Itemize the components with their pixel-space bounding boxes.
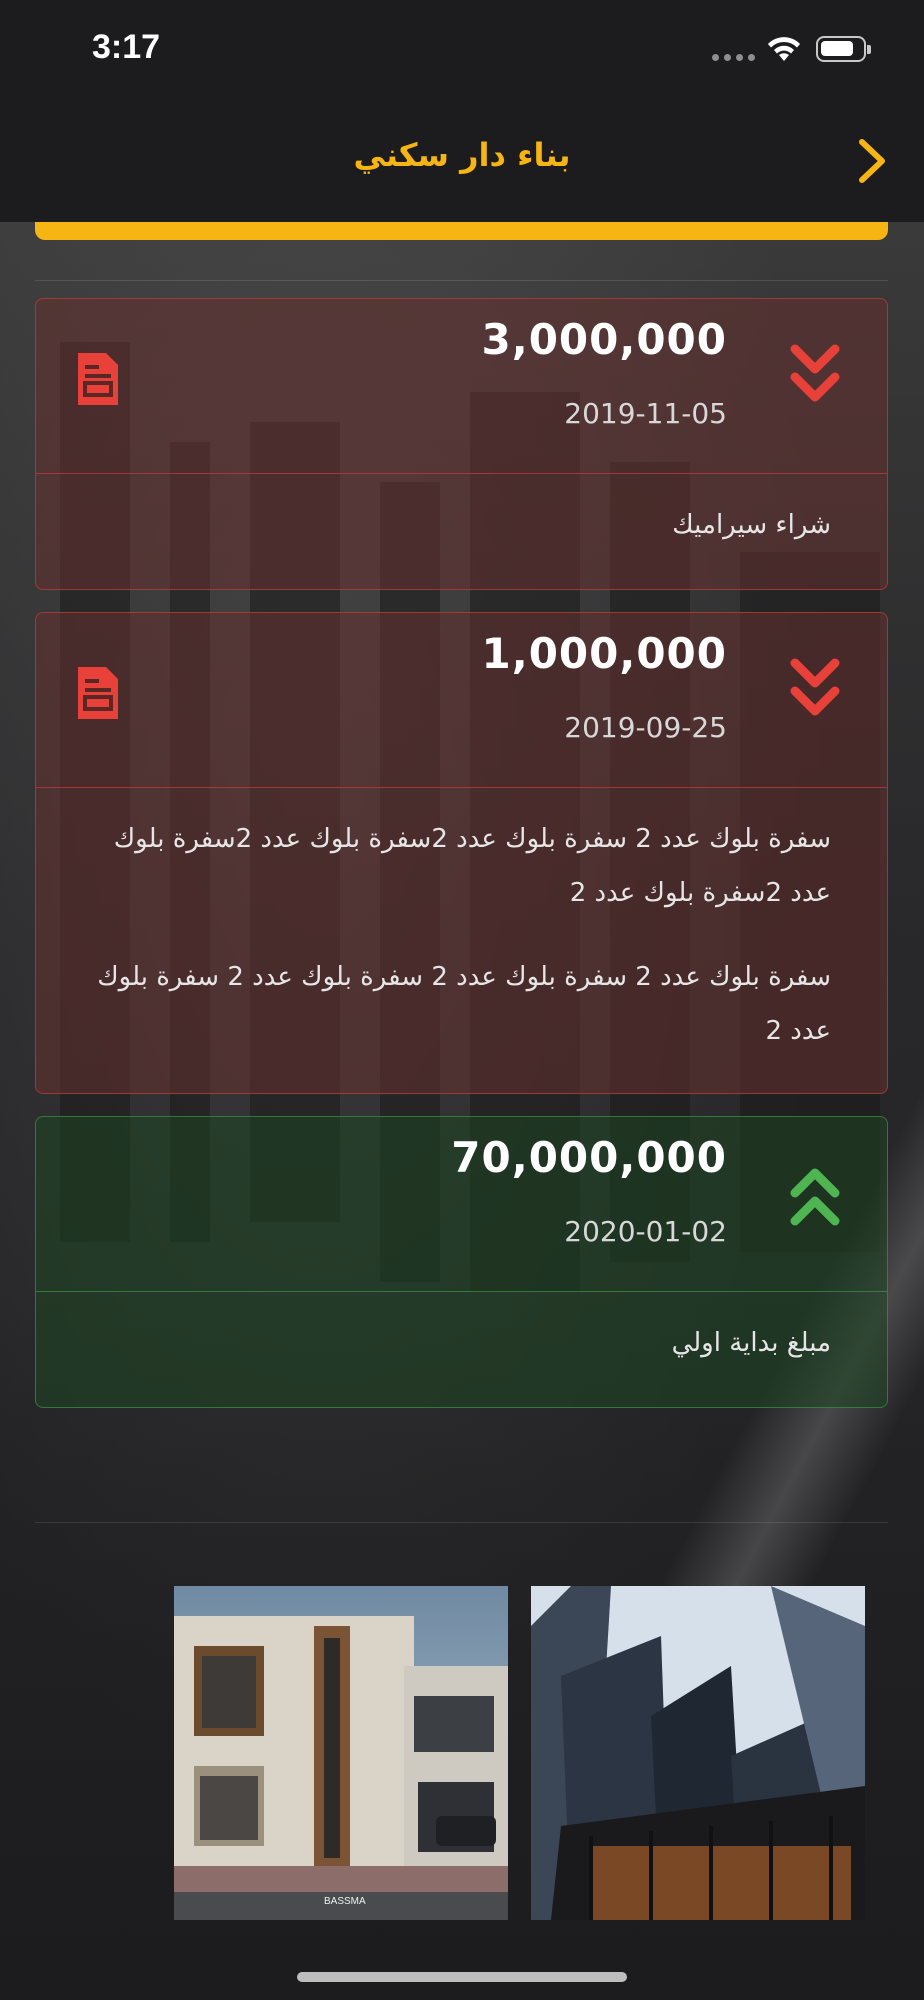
towers-photo[interactable] — [531, 1586, 865, 1920]
house-caption: BASSMA — [324, 1896, 366, 1907]
chevron-right-icon[interactable] — [852, 136, 892, 186]
transaction-card[interactable]: 1,000,000 2019-09-25 سفرة بلوك عدد 2 سفر… — [35, 612, 888, 1094]
page-title: بناء دار سكني — [353, 136, 571, 174]
transaction-description: مبلغ بداية اولي — [36, 1292, 887, 1394]
house-photo[interactable]: BASSMA — [174, 1586, 508, 1920]
transaction-date: 2020-01-02 — [564, 1215, 727, 1248]
transaction-amount: 1,000,000 — [481, 629, 727, 678]
transaction-date: 2019-09-25 — [564, 711, 727, 744]
transaction-card[interactable]: 70,000,000 2020-01-02 مبلغ بداية اولي — [35, 1116, 888, 1408]
double-chevron-up-icon — [790, 1168, 840, 1226]
document-icon[interactable] — [76, 351, 120, 407]
transaction-description: سفرة بلوك عدد 2 سفرة بلوك عدد 2سفرة بلوك… — [36, 788, 887, 1082]
description-line: مبلغ بداية اولي — [671, 1328, 831, 1358]
home-indicator[interactable] — [297, 1972, 627, 1982]
divider — [35, 280, 888, 281]
wifi-icon — [768, 37, 800, 61]
divider — [35, 1522, 888, 1523]
transaction-description: شراء سيراميك — [36, 474, 887, 576]
transaction-amount: 70,000,000 — [451, 1133, 727, 1182]
transaction-amount: 3,000,000 — [481, 315, 727, 364]
double-chevron-down-icon — [790, 344, 840, 402]
signal-icon — [712, 54, 755, 61]
description-line: شراء سيراميك — [672, 510, 831, 540]
status-bar: 3:17 — [0, 0, 924, 100]
double-chevron-down-icon — [790, 658, 840, 716]
description-line: سفرة بلوك عدد 2 سفرة بلوك عدد 2 سفرة بلو… — [97, 962, 831, 1046]
transaction-date: 2019-11-05 — [564, 397, 727, 430]
budget-progress-bar — [35, 222, 888, 240]
navigation-bar: بناء دار سكني — [0, 100, 924, 222]
transaction-card[interactable]: 3,000,000 2019-11-05 شراء سيراميك — [35, 298, 888, 590]
description-line: سفرة بلوك عدد 2 سفرة بلوك عدد 2سفرة بلوك… — [113, 824, 831, 908]
document-icon[interactable] — [76, 665, 120, 721]
status-time: 3:17 — [92, 28, 161, 66]
battery-icon — [816, 36, 871, 62]
